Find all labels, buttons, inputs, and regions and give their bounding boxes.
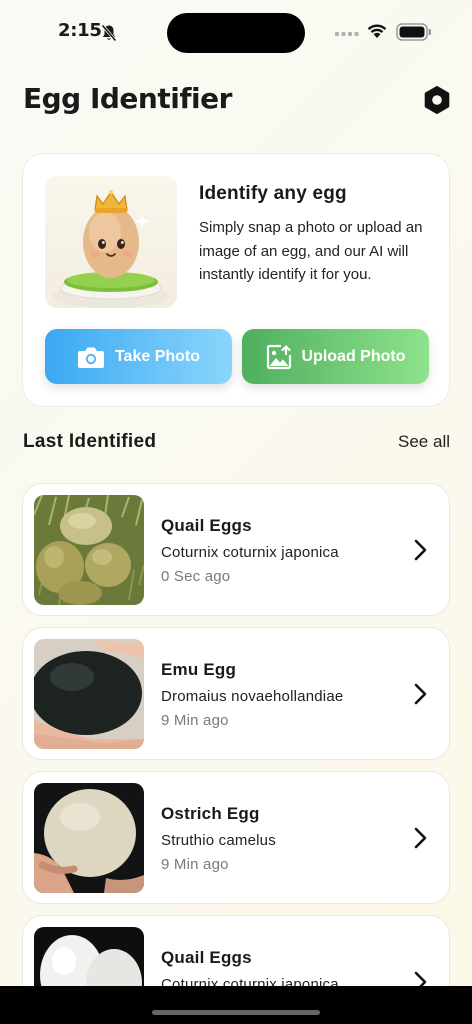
emu-egg-image bbox=[34, 639, 144, 749]
item-name: Ostrich Egg bbox=[161, 804, 260, 823]
identify-card: Identify any egg Simply snap a photo or … bbox=[22, 153, 450, 407]
status-bar: 2:15 bbox=[0, 0, 472, 60]
egg-mascot-image bbox=[45, 176, 177, 308]
upload-photo-button[interactable]: Upload Photo bbox=[242, 329, 429, 384]
identify-description: Simply snap a photo or upload an image o… bbox=[199, 219, 423, 283]
see-all-link[interactable]: See all bbox=[398, 432, 450, 452]
chevron-right-icon bbox=[414, 683, 427, 705]
dynamic-island bbox=[167, 13, 305, 53]
last-identified-heading: Last Identified bbox=[23, 431, 157, 452]
bell-muted-icon bbox=[101, 24, 117, 42]
page-title: Egg Identifier bbox=[23, 82, 232, 115]
item-timestamp: 0 Sec ago bbox=[161, 568, 231, 585]
quail-eggs-image bbox=[34, 495, 144, 605]
item-timestamp: 9 Min ago bbox=[161, 712, 229, 729]
take-photo-label: Take Photo bbox=[114, 347, 201, 365]
list-item[interactable]: Emu Egg Dromaius novaehollandiae 9 Min a… bbox=[22, 627, 450, 760]
chevron-right-icon bbox=[414, 539, 427, 561]
item-name: Quail Eggs bbox=[161, 948, 252, 967]
image-upload-icon bbox=[266, 344, 291, 369]
home-indicator[interactable] bbox=[152, 1010, 320, 1015]
item-scientific-name: Struthio camelus bbox=[161, 832, 276, 849]
upload-photo-label: Upload Photo bbox=[301, 347, 406, 365]
battery-icon bbox=[396, 23, 431, 41]
item-scientific-name: Coturnix coturnix japonica bbox=[161, 544, 339, 561]
chevron-right-icon bbox=[414, 827, 427, 849]
item-name: Quail Eggs bbox=[161, 516, 252, 535]
wifi-icon bbox=[367, 24, 387, 38]
identify-heading: Identify any egg bbox=[199, 183, 347, 204]
item-scientific-name: Dromaius novaehollandiae bbox=[161, 688, 344, 705]
settings-icon[interactable] bbox=[422, 85, 452, 115]
list-item[interactable]: Ostrich Egg Struthio camelus 9 Min ago bbox=[22, 771, 450, 904]
signal-icon bbox=[335, 32, 359, 36]
list-item[interactable]: Quail Eggs Coturnix coturnix japonica 0 … bbox=[22, 483, 450, 616]
camera-icon bbox=[77, 347, 104, 368]
home-indicator-bar bbox=[0, 986, 472, 1024]
item-timestamp: 9 Min ago bbox=[161, 856, 229, 873]
status-time: 2:15 bbox=[58, 20, 102, 41]
ostrich-egg-image bbox=[34, 783, 144, 893]
item-name: Emu Egg bbox=[161, 660, 237, 679]
take-photo-button[interactable]: Take Photo bbox=[45, 329, 232, 384]
